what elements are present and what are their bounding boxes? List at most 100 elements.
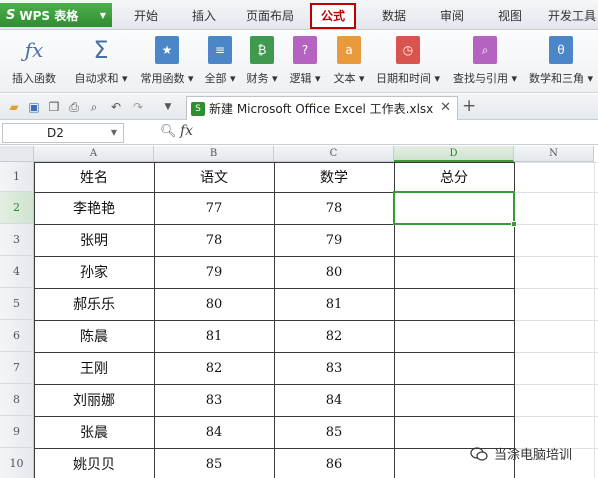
- lookup-reference-button[interactable]: ⌕ 查找与引用 ▾: [448, 34, 522, 90]
- cell-total-score[interactable]: [394, 224, 514, 256]
- name-box[interactable]: D2 ▼: [2, 123, 124, 143]
- redo-icon[interactable]: ↷: [130, 99, 146, 115]
- all-functions-button[interactable]: ≡ 全部 ▾: [200, 34, 240, 90]
- close-tab-icon[interactable]: ✕: [440, 100, 451, 115]
- tab-formulas[interactable]: 公式: [310, 3, 356, 29]
- cell-name[interactable]: 孙家: [34, 256, 154, 288]
- row-header-9[interactable]: 9: [0, 416, 34, 448]
- tab-review[interactable]: 审阅: [430, 5, 474, 27]
- fill-handle[interactable]: [511, 221, 517, 227]
- cell-header-math[interactable]: 数学: [274, 162, 394, 192]
- copy-icon[interactable]: ❐: [46, 99, 62, 115]
- cell-chinese-score[interactable]: 80: [154, 288, 274, 320]
- insert-function-button[interactable]: ƒx 插入函数: [6, 34, 62, 90]
- cell-math-score[interactable]: 83: [274, 352, 394, 384]
- column-header-n[interactable]: N: [514, 146, 594, 162]
- math-icon: θ: [549, 36, 573, 64]
- cell-total-score[interactable]: [394, 320, 514, 352]
- spreadsheet-grid: A B C D N 1 2 3 4 5 6 7 8 9 10 姓名 语文 数学 总分 李艳艳 77 78 张明 78 79 孙家 7…: [0, 146, 598, 478]
- cell-chinese-score[interactable]: 85: [154, 448, 274, 478]
- cell-total-score[interactable]: [394, 384, 514, 416]
- cell-name[interactable]: 张明: [34, 224, 154, 256]
- cell-name[interactable]: 张晨: [34, 416, 154, 448]
- undo-icon[interactable]: ↶: [108, 99, 124, 115]
- cell-math-score[interactable]: 84: [274, 384, 394, 416]
- tab-developer[interactable]: 开发工具: [544, 5, 598, 27]
- open-folder-icon[interactable]: ▰: [6, 99, 22, 115]
- formula-bar: D2 ▼ 🔍︎ fx: [0, 121, 598, 145]
- common-functions-button[interactable]: ★ 常用函数 ▾: [136, 34, 198, 90]
- row-header-1[interactable]: 1: [0, 162, 34, 192]
- tab-data[interactable]: 数据: [372, 5, 416, 27]
- cell-total-score[interactable]: [394, 288, 514, 320]
- row-header-6[interactable]: 6: [0, 320, 34, 352]
- cell-header-total[interactable]: 总分: [394, 162, 514, 192]
- row-header-7[interactable]: 7: [0, 352, 34, 384]
- document-tab[interactable]: S 新建 Microsoft Office Excel 工作表.xlsx ✕: [186, 96, 458, 120]
- cell-name[interactable]: 刘丽娜: [34, 384, 154, 416]
- column-header-d[interactable]: D: [394, 146, 514, 162]
- cell-chinese-score[interactable]: 78: [154, 224, 274, 256]
- text-button[interactable]: a 文本 ▾: [328, 34, 370, 90]
- row-header-4[interactable]: 4: [0, 256, 34, 288]
- cell-math-score[interactable]: 86: [274, 448, 394, 478]
- row-header-3[interactable]: 3: [0, 224, 34, 256]
- print-icon[interactable]: ⎙: [66, 99, 82, 115]
- cell-chinese-score[interactable]: 79: [154, 256, 274, 288]
- active-cell-selection[interactable]: [393, 191, 517, 227]
- lookup-icon: ⌕: [473, 36, 497, 64]
- column-header-a[interactable]: A: [34, 146, 154, 162]
- ribbon-formulas: ƒx 插入函数 Σ 自动求和 ▾ ★ 常用函数 ▾ ≡ 全部 ▾ ₿ 财务 ▾ …: [0, 31, 598, 93]
- cell-name[interactable]: 李艳艳: [34, 192, 154, 224]
- row-header-10[interactable]: 10: [0, 448, 34, 478]
- select-all-corner[interactable]: [0, 146, 34, 162]
- customize-dropdown-icon[interactable]: ▼: [160, 99, 176, 115]
- fx-icon[interactable]: fx: [180, 123, 193, 139]
- row-header-8[interactable]: 8: [0, 384, 34, 416]
- tab-view[interactable]: 视图: [488, 5, 532, 27]
- cell-name[interactable]: 王刚: [34, 352, 154, 384]
- cell-chinese-score[interactable]: 81: [154, 320, 274, 352]
- cell-total-score[interactable]: [394, 256, 514, 288]
- print-preview-icon[interactable]: ⌕: [86, 99, 102, 115]
- magnifier-icon[interactable]: 🔍︎: [160, 124, 177, 139]
- tab-home[interactable]: 开始: [124, 5, 168, 27]
- app-menu-button[interactable]: S WPS 表格 ▼: [0, 3, 112, 27]
- cell-math-score[interactable]: 82: [274, 320, 394, 352]
- cell-chinese-score[interactable]: 83: [154, 384, 274, 416]
- cell-total-score[interactable]: [394, 352, 514, 384]
- cell-math-score[interactable]: 78: [274, 192, 394, 224]
- cell-chinese-score[interactable]: 84: [154, 416, 274, 448]
- tab-insert[interactable]: 插入: [182, 5, 226, 27]
- logical-button[interactable]: ? 逻辑 ▾: [284, 34, 326, 90]
- finance-button[interactable]: ₿ 财务 ▾: [242, 34, 282, 90]
- math-trig-button[interactable]: θ 数学和三角 ▾: [524, 34, 598, 90]
- chevron-down-icon: ▼: [99, 10, 106, 20]
- finance-icon: ₿: [250, 36, 274, 64]
- cell-chinese-score[interactable]: 77: [154, 192, 274, 224]
- cell-name[interactable]: 郝乐乐: [34, 288, 154, 320]
- tab-page-layout[interactable]: 页面布局: [240, 5, 300, 27]
- cell-header-chinese[interactable]: 语文: [154, 162, 274, 192]
- cell-math-score[interactable]: 79: [274, 224, 394, 256]
- text-icon: a: [337, 36, 361, 64]
- date-time-button[interactable]: ◷ 日期和时间 ▾: [372, 34, 444, 90]
- new-tab-plus-icon[interactable]: +: [462, 96, 476, 116]
- cell-name[interactable]: 姚贝贝: [34, 448, 154, 478]
- watermark-text: 当涂电脑培训: [494, 448, 573, 463]
- cell-math-score[interactable]: 81: [274, 288, 394, 320]
- chevron-down-icon: ▼: [110, 128, 117, 137]
- cell-header-name[interactable]: 姓名: [34, 162, 154, 192]
- cell-chinese-score[interactable]: 82: [154, 352, 274, 384]
- cell-math-score[interactable]: 80: [274, 256, 394, 288]
- sigma-icon: Σ: [93, 36, 109, 64]
- column-header-c[interactable]: C: [274, 146, 394, 162]
- autosum-button[interactable]: Σ 自动求和 ▾: [70, 34, 132, 90]
- row-header-5[interactable]: 5: [0, 288, 34, 320]
- row-header-2[interactable]: 2: [0, 192, 34, 224]
- cell-math-score[interactable]: 85: [274, 416, 394, 448]
- watermark: 当涂电脑培训: [470, 444, 572, 463]
- save-icon[interactable]: ▣: [26, 99, 42, 115]
- cell-name[interactable]: 陈晨: [34, 320, 154, 352]
- column-header-b[interactable]: B: [154, 146, 274, 162]
